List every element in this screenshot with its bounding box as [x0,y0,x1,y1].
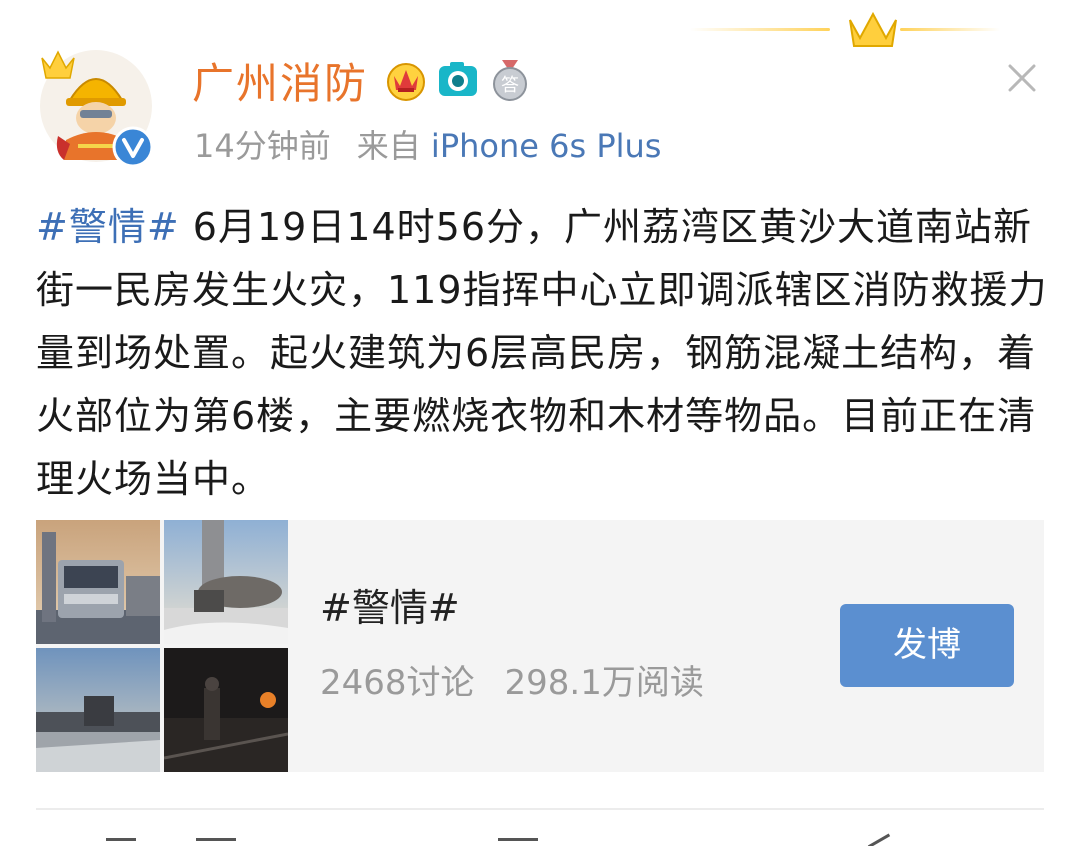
thumbnail-image [164,648,288,772]
verified-icon [112,126,154,168]
crown-badge-icon[interactable] [384,58,428,102]
svg-text:答: 答 [501,75,519,96]
post-body: 6月19日14时56分，广州荔湾区黄沙大道南站新街一民房发生火灾，119指挥中心… [36,205,1048,501]
gold-line [690,28,830,31]
repost-icon[interactable] [106,838,136,846]
source-device[interactable]: iPhone 6s Plus [431,127,662,165]
post-button[interactable]: 发博 [840,604,1014,687]
like-icon[interactable] [867,833,901,846]
topic-title[interactable]: #警情# [320,584,460,632]
thumbnail-image [36,648,160,772]
topic-card[interactable]: #警情# 2468讨论 298.1万阅读 发博 [36,520,1044,772]
read-count: 298.1万阅读 [504,663,704,703]
topic-thumbnails [36,520,288,772]
source-prefix: 来自 [356,127,421,165]
post-time: 14分钟前 [194,127,331,165]
post-meta: 14分钟前 来自 iPhone 6s Plus [194,124,661,168]
hashtag-link[interactable]: #警情# [36,205,180,249]
gold-line [900,28,1000,31]
user-badges: 答 [384,58,532,102]
thumbnail-image [36,520,160,644]
discussion-count: 2468讨论 [320,663,475,703]
comment-icon[interactable] [498,838,538,846]
thumbnail-image [164,520,288,644]
username[interactable]: 广州消防 [192,56,368,112]
medal-badge-icon[interactable]: 答 [488,58,532,102]
crown-icon [41,50,75,79]
camera-badge-icon[interactable] [436,58,480,102]
crown-icon [849,11,897,47]
topic-stats: 2468讨论 298.1万阅读 [320,660,704,706]
repost-label[interactable] [196,838,236,846]
divider [36,808,1044,810]
header-decoration [0,0,1080,60]
close-icon[interactable] [1002,58,1042,98]
post-text: #警情# 6月19日14时56分，广州荔湾区黄沙大道南站新街一民房发生火灾，11… [36,196,1054,511]
action-bar [0,828,1080,846]
